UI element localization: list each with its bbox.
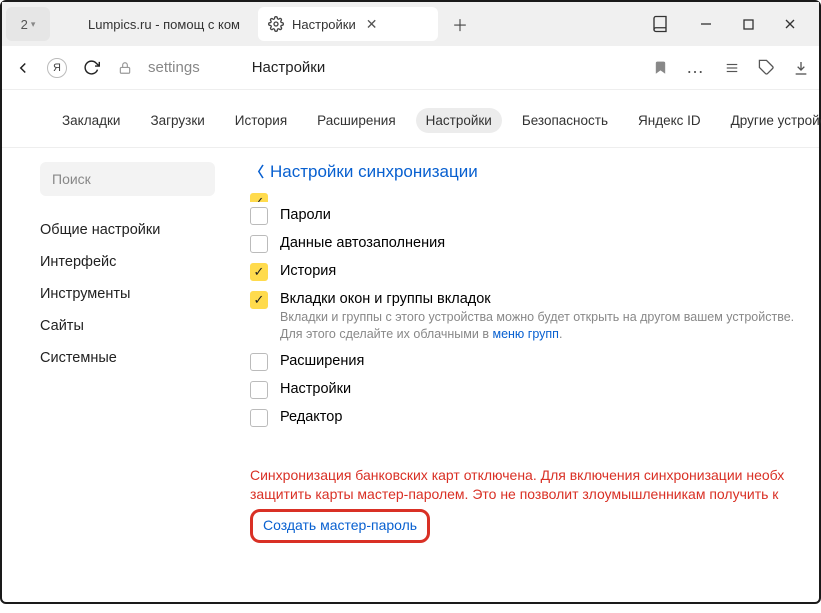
sidebar-item-general[interactable]: Общие настройки [40,214,222,246]
overflow-menu-button[interactable]: … [686,57,706,78]
window-controls [683,15,813,33]
sync-settings-heading[interactable]: 〈 Настройки синхронизации [250,162,819,182]
sidebar-item-sites[interactable]: Сайты [40,310,222,342]
tab-label: Настройки [292,17,356,32]
sync-settings-label: Настройки синхронизации [270,162,478,182]
content: Поиск Общие настройки Интерфейс Инструме… [2,148,819,613]
sync-row-label: Редактор [280,409,342,425]
minimize-button[interactable] [697,15,715,33]
sidebar-item-system[interactable]: Системные [40,342,222,374]
checkbox-icon[interactable] [250,207,268,225]
tab-group-collapsed[interactable]: 2 ▾ [6,7,50,41]
main-panel: 〈 Настройки синхронизации ✓ Закладки Пар… [222,148,819,613]
checkbox-icon[interactable]: ✓ [250,193,268,202]
sync-row-label: Настройки [280,381,351,397]
sync-row-autofill[interactable]: Данные автозаполнения [250,230,819,258]
lumpics-favicon-icon [64,16,80,32]
bookmark-icon[interactable] [653,60,668,75]
chevron-down-icon: ▾ [31,19,36,30]
checkbox-icon[interactable]: ✓ [250,263,268,281]
sync-row-passwords[interactable]: Пароли [250,202,819,230]
titlebar: 2 ▾ Lumpics.ru - помощ с ком Настройки ✕… [2,2,819,46]
menu-button[interactable] [724,61,740,75]
url-text[interactable]: settings [148,59,200,76]
sync-row-bookmarks[interactable]: ✓ Закладки [250,188,819,202]
sync-row-settings[interactable]: Настройки [250,376,819,404]
search-input[interactable]: Поиск [40,162,215,196]
checkbox-icon[interactable] [250,353,268,371]
tab-group-count: 2 [21,17,28,32]
reload-button[interactable] [80,59,102,76]
settings-topnav: Закладки Загрузки История Расширения Нас… [2,90,819,148]
topnav-downloads[interactable]: Загрузки [140,108,214,133]
back-button[interactable] [12,59,34,77]
sidebar: Поиск Общие настройки Интерфейс Инструме… [2,148,222,613]
tab-label: Lumpics.ru - помощ с ком [88,17,240,32]
tab-settings[interactable]: Настройки ✕ [258,7,438,41]
extensions-icon[interactable] [758,59,775,76]
address-bar: Я settings Настройки … [2,46,819,90]
checkbox-icon[interactable] [250,381,268,399]
checkbox-icon[interactable] [250,409,268,427]
sidebar-item-tools[interactable]: Инструменты [40,278,222,310]
topnav-extensions[interactable]: Расширения [307,108,406,133]
sync-row-tabs[interactable]: ✓ Вкладки окон и группы вкладок Вкладки … [250,286,819,348]
chevron-left-icon: 〈 [250,162,264,182]
sync-row-label: Расширения [280,353,364,369]
sidebar-item-interface[interactable]: Интерфейс [40,246,222,278]
yandex-icon: Я [47,58,67,78]
sync-row-label: Данные автозаполнения [280,235,445,251]
master-password-warning: Синхронизация банковских карт отключена.… [250,466,810,543]
reader-mode-icon[interactable] [651,15,669,33]
sync-row-label: Вкладки окон и группы вкладок [280,291,800,307]
site-info-icon[interactable] [114,61,136,75]
create-master-password-highlight: Создать мастер-пароль [250,509,430,543]
yandex-home-button[interactable]: Я [46,58,68,78]
gear-icon [268,16,284,32]
window-close-button[interactable] [781,15,799,33]
page-title-inline: Настройки [252,59,326,76]
topnav-history[interactable]: История [225,108,297,133]
sync-row-label: Пароли [280,207,331,223]
tab-close-icon[interactable]: ✕ [366,16,378,33]
topnav-security[interactable]: Безопасность [512,108,618,133]
topnav-settings[interactable]: Настройки [416,108,502,133]
sync-row-label: История [280,263,336,279]
maximize-button[interactable] [739,15,757,33]
new-tab-button[interactable]: ＋ [446,10,474,38]
topnav-other-devices[interactable]: Другие устройства [721,108,821,133]
tab-lumpics[interactable]: Lumpics.ru - помощ с ком [54,7,254,41]
topnav-yandex-id[interactable]: Яндекс ID [628,108,711,133]
groups-menu-link[interactable]: меню групп [492,327,558,341]
create-master-password-link[interactable]: Создать мастер-пароль [263,517,417,533]
topnav-bookmarks[interactable]: Закладки [52,108,130,133]
checkbox-icon[interactable]: ✓ [250,291,268,309]
sync-row-description: Вкладки и группы с этого устройства можн… [280,309,800,343]
checkbox-icon[interactable] [250,235,268,253]
downloads-icon[interactable] [793,60,809,76]
sync-row-editor[interactable]: Редактор [250,404,819,432]
sync-row-history[interactable]: ✓ История [250,258,819,286]
sync-row-extensions[interactable]: Расширения [250,348,819,376]
